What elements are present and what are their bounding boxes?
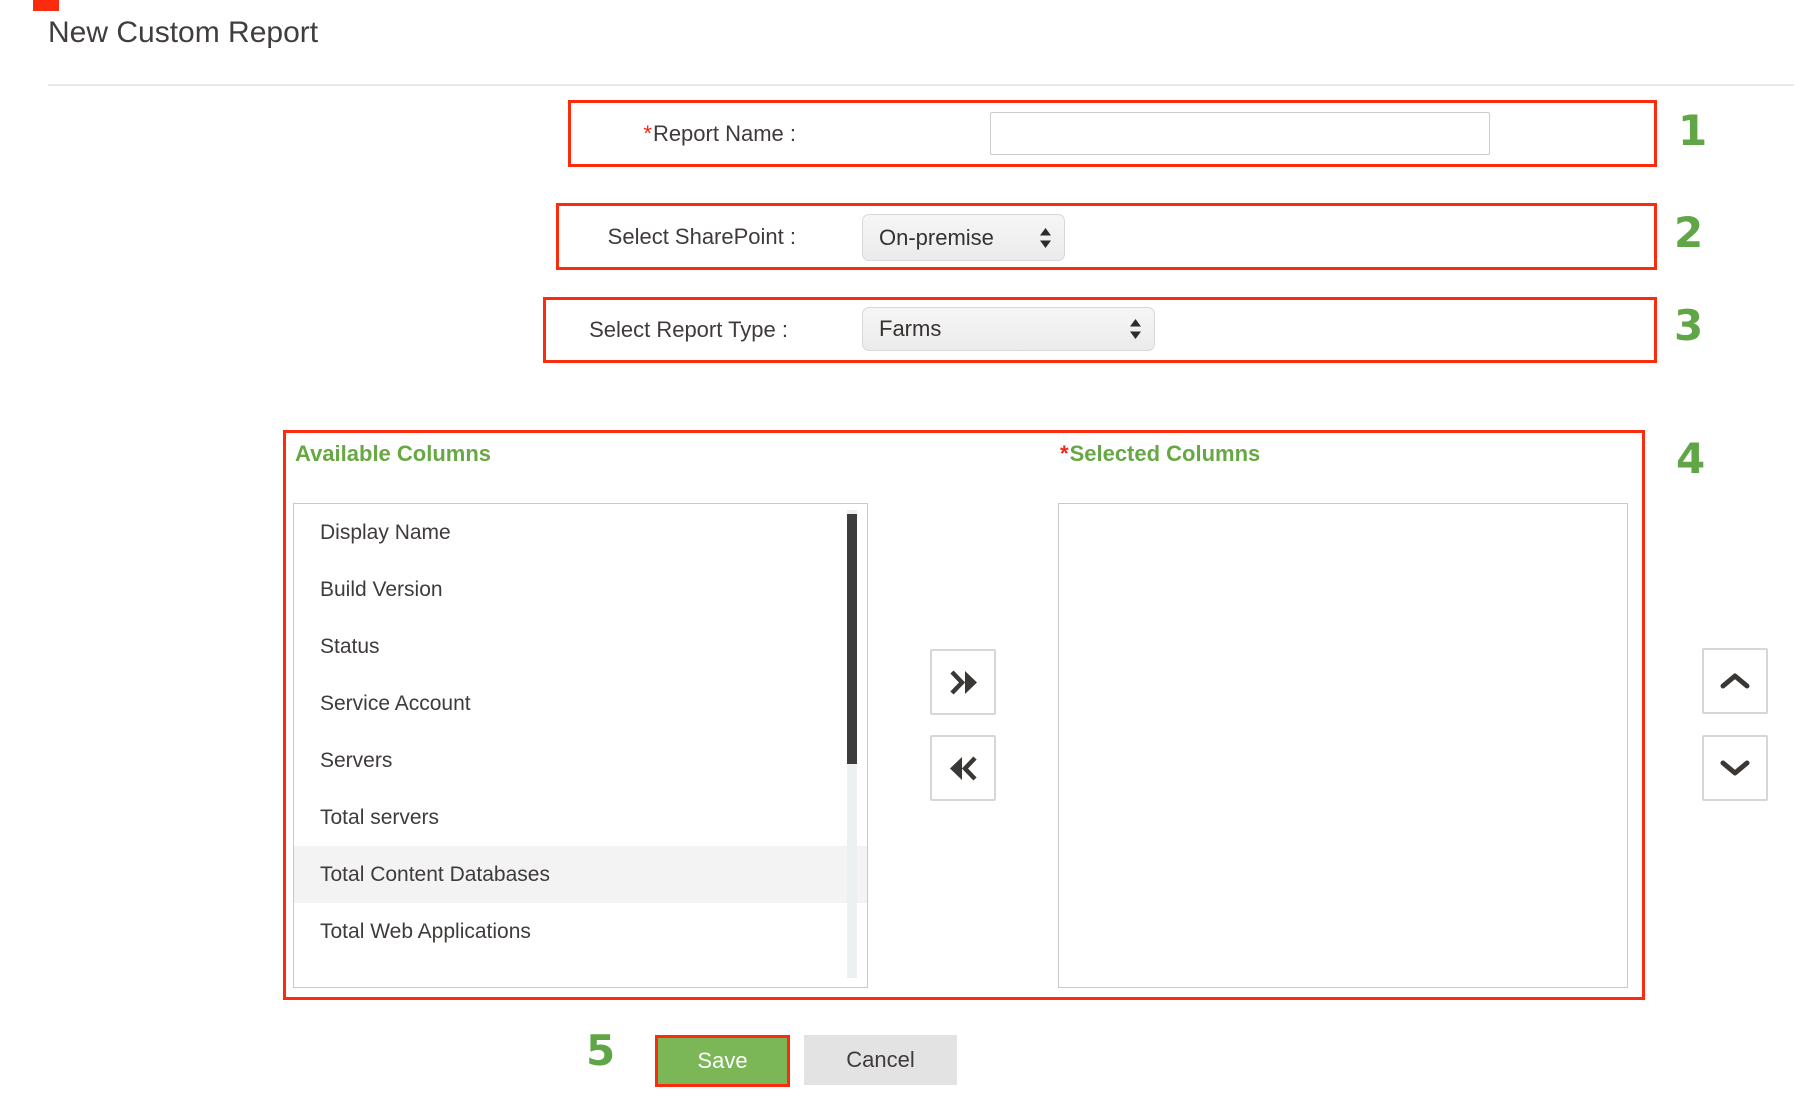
scrollbar-thumb[interactable]	[847, 514, 857, 764]
up-down-arrows-icon	[1129, 318, 1142, 340]
annotation-number-5: 5	[586, 1026, 615, 1075]
new-custom-report-page: New Custom Report * Report Name : 1 Sele…	[0, 0, 1814, 1100]
annotation-box-report-type: Select Report Type : Farms	[543, 297, 1657, 363]
annotation-box-report-name: * Report Name :	[568, 100, 1657, 167]
required-asterisk: *	[1060, 441, 1069, 466]
available-columns-listbox: Display Name Build Version Status Servic…	[293, 503, 868, 988]
chevron-down-icon	[1719, 759, 1751, 777]
available-columns-title: Available Columns	[295, 441, 491, 466]
double-chevron-left-icon	[948, 755, 979, 782]
report-type-label: Select Report Type :	[546, 300, 788, 360]
annotation-number-4: 4	[1676, 434, 1705, 483]
move-left-button[interactable]	[930, 735, 996, 801]
sharepoint-label: Select SharePoint :	[559, 206, 796, 267]
report-type-label-text: Select Report Type :	[589, 317, 788, 343]
annotation-number-3: 3	[1674, 301, 1703, 350]
sharepoint-select[interactable]: On-premise	[862, 214, 1065, 261]
annotation-number-2: 2	[1674, 208, 1703, 257]
selected-columns-header: *Selected Columns	[1060, 441, 1260, 467]
report-type-select[interactable]: Farms	[862, 307, 1155, 351]
annotation-fragment	[33, 0, 59, 11]
annotation-box-columns: Available Columns *Selected Columns Disp…	[283, 430, 1645, 1000]
up-down-arrows-icon	[1039, 227, 1052, 249]
selected-columns-title: Selected Columns	[1070, 441, 1261, 466]
chevron-up-icon	[1719, 672, 1751, 690]
sharepoint-selected-value: On-premise	[879, 225, 994, 251]
list-item[interactable]: Servers	[294, 732, 867, 789]
available-columns-header: Available Columns	[295, 441, 491, 467]
reorder-up-button[interactable]	[1702, 648, 1768, 714]
report-name-label-text: Report Name :	[653, 121, 796, 147]
list-item[interactable]: Display Name	[294, 504, 867, 561]
title-divider	[48, 84, 1794, 86]
annotation-number-1: 1	[1678, 106, 1707, 155]
list-item[interactable]: Total servers	[294, 789, 867, 846]
double-chevron-right-icon	[948, 669, 979, 696]
selected-columns-listbox[interactable]	[1058, 503, 1628, 988]
scrollbar-track[interactable]	[847, 510, 857, 978]
page-title: New Custom Report	[48, 16, 318, 50]
reorder-down-button[interactable]	[1702, 735, 1768, 801]
annotation-box-sharepoint: Select SharePoint : On-premise	[556, 203, 1657, 270]
list-item[interactable]: Total Web Applications	[294, 903, 867, 960]
list-item-highlighted[interactable]: Total Content Databases	[294, 846, 867, 903]
list-item[interactable]: Build Version	[294, 561, 867, 618]
move-right-button[interactable]	[930, 649, 996, 715]
report-name-input[interactable]	[990, 112, 1490, 155]
cancel-button[interactable]: Cancel	[804, 1035, 957, 1085]
save-button[interactable]: Save	[655, 1035, 790, 1087]
sharepoint-label-text: Select SharePoint :	[608, 224, 796, 250]
required-asterisk: *	[643, 121, 652, 147]
list-item[interactable]: Status	[294, 618, 867, 675]
report-name-label: * Report Name :	[571, 103, 796, 164]
list-item[interactable]: Service Account	[294, 675, 867, 732]
report-type-selected-value: Farms	[879, 316, 941, 342]
